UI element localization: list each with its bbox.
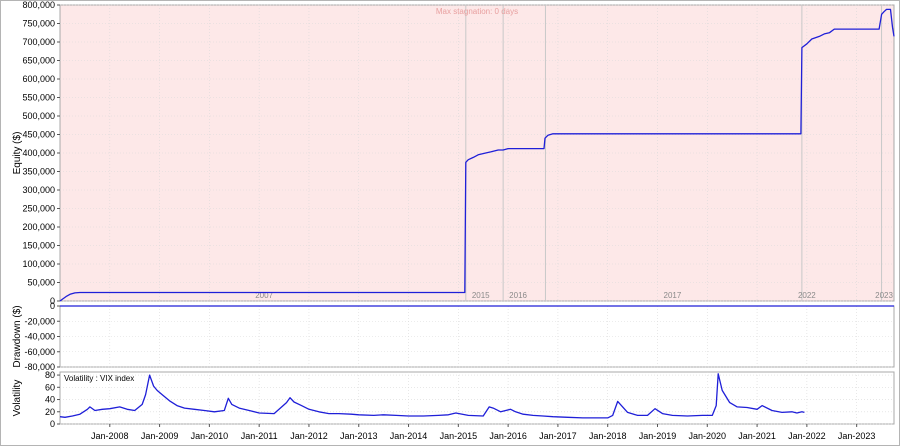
drawdown-ytick-label: -60,000: [24, 347, 55, 357]
equity-ytick-label: 100,000: [22, 259, 55, 269]
equity-ytick-label: 500,000: [22, 111, 55, 121]
equity-ytick-label: 700,000: [22, 37, 55, 47]
xtick-label: Jan-2011: [241, 431, 278, 441]
drawdown-ytick-label: -20,000: [24, 316, 55, 326]
equity-y-axis-label: Equity ($): [12, 132, 23, 175]
xtick-label: Jan-2017: [539, 431, 577, 441]
xtick-label: Jan-2013: [340, 431, 378, 441]
period-label: 2023: [875, 291, 893, 300]
equity-ytick-label: 200,000: [22, 222, 55, 232]
equity-ytick-label: 450,000: [22, 130, 55, 140]
period-label: 2017: [664, 291, 682, 300]
stagnation-label: Max stagnation: 0 days: [436, 7, 518, 16]
equity-ytick-label: 600,000: [22, 74, 55, 84]
volatility-panel: 0 20 40 60 80 Volatility Volatility : VIX inde…: [12, 370, 895, 429]
volatility-y-axis-label: Volatility: [12, 380, 23, 417]
equity-panel: 050,000100,000150,000200,000250,000300,0…: [12, 0, 895, 306]
period-label: 2016: [509, 291, 527, 300]
volatility-ytick-label: 60: [45, 382, 55, 392]
equity-ytick-label: 350,000: [22, 167, 55, 177]
xtick-label: Jan-2022: [788, 431, 826, 441]
equity-ytick-label: 250,000: [22, 204, 55, 214]
period-label: 2015: [472, 291, 490, 300]
equity-ytick-label: 400,000: [22, 148, 55, 158]
equity-ytick-label: 50,000: [27, 278, 55, 288]
xtick-label: Jan-2019: [639, 431, 677, 441]
equity-ytick-label: 550,000: [22, 93, 55, 103]
volatility-ytick-label: 0: [50, 419, 55, 429]
equity-ytick-label: 650,000: [22, 56, 55, 66]
xtick-label: Jan-2021: [738, 431, 776, 441]
xtick-label: Jan-2018: [589, 431, 627, 441]
xtick-label: Jan-2012: [290, 431, 328, 441]
drawdown-panel: 0-20,000-40,000-60,000-80,000Drawdown ($…: [12, 301, 895, 372]
backtest-chart: 0 50,000 100,000 150,000 200,000 250,000 300,0…: [12, 0, 895, 441]
volatility-ytick-label: 20: [45, 407, 55, 417]
period-label: 2022: [798, 291, 816, 300]
drawdown-ytick-label: -40,000: [24, 332, 55, 342]
xtick-label: Jan-2016: [489, 431, 527, 441]
xtick-label: Jan-2008: [91, 431, 129, 441]
volatility-ytick-label: 80: [45, 370, 55, 380]
drawdown-y-axis-label: Drawdown ($): [12, 305, 23, 367]
xtick-label: Jan-2023: [838, 431, 876, 441]
xtick-label: Jan-2009: [141, 431, 179, 441]
volatility-ytick-label: 40: [45, 395, 55, 405]
drawdown-ytick-label: 0: [50, 301, 55, 311]
equity-ytick-label: 300,000: [22, 185, 55, 195]
xtick-label: Jan-2015: [440, 431, 478, 441]
x-axis: Jan-2008 Jan-2009 Jan-2010 Jan-2011 Jan-2012…: [91, 424, 875, 441]
xtick-label: Jan-2010: [191, 431, 229, 441]
equity-ytick-label: 800,000: [22, 0, 55, 10]
equity-ytick-label: 750,000: [22, 19, 55, 29]
xtick-label: Jan-2014: [390, 431, 428, 441]
volatility-series-label: Volatility : VIX index: [64, 374, 134, 383]
equity-ytick-label: 150,000: [22, 241, 55, 251]
xtick-label: Jan-2020: [689, 431, 727, 441]
